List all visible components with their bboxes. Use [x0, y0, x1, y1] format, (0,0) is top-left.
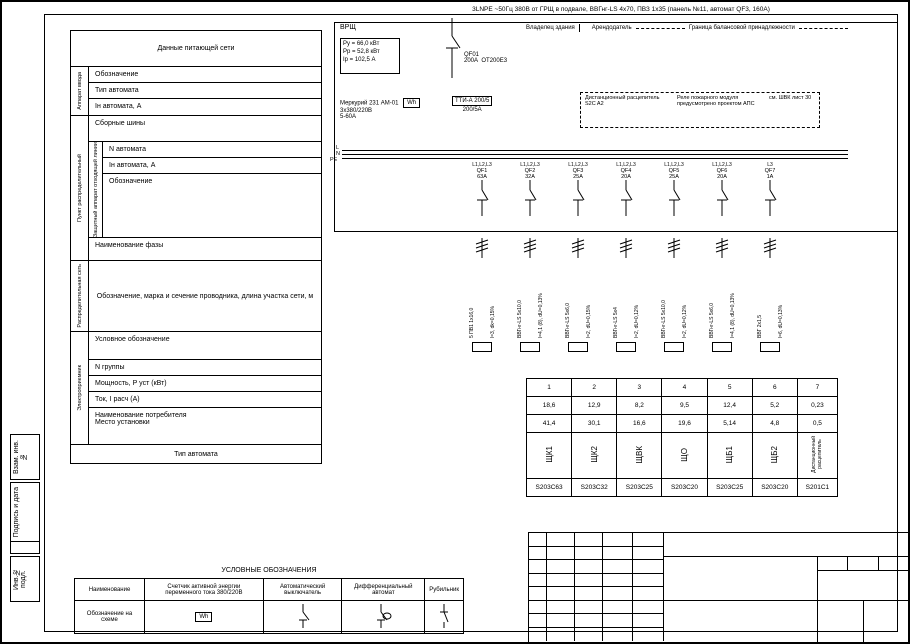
legend: УСЛОВНЫЕ ОБОЗНАЧЕНИЯ Наименование Счетчи…	[74, 567, 464, 634]
panel-label: ВРЩ	[340, 24, 356, 31]
cable-4: ВВГнг-LS 5x4l=2, dU=0,12%	[606, 238, 646, 352]
lb-header: Данные питающей сети	[71, 31, 321, 66]
bus-pe	[342, 158, 848, 159]
side-tab-3: Инв.№ подл.	[10, 556, 40, 602]
table-row-current: 41,430,116,619,65,144,80,5	[527, 415, 838, 433]
legend-rcbo-icon	[342, 601, 425, 634]
top-supply-note: 3LNPE ~50Гц 380В от ГРЩ в подвале, ВВГнг…	[340, 6, 902, 13]
side-tabs: Взам. инв.№ Подпись и дата Инв.№ подл.	[10, 2, 42, 642]
lb-group-3: Распределительная сеть Обозначение, марк…	[71, 261, 321, 332]
current-transformer: ТТИ-А 200/5 200/5А	[452, 96, 492, 113]
table-row-name: ЩК1 ЩК2 ЩВК ЩО ЩБ1 ЩБ2 Дистанционный рас…	[527, 433, 838, 479]
table-row-power: 18,612,98,29,512,45,20,23	[527, 397, 838, 415]
load-summary-table: 1234567 18,612,98,29,512,45,20,23 41,430…	[526, 378, 838, 497]
lb-footer: Тип автомата	[71, 445, 321, 463]
branch-1: L1,L2,L3QF163А	[462, 162, 502, 216]
cable-7: ВВГ 2x1,5l=6, dU=0,13%	[750, 238, 790, 352]
ownership-boundary: Владелец здания Арендодатель Граница бал…	[522, 24, 848, 32]
branch-6: L1,L2,L3QF620А	[702, 162, 742, 216]
title-block	[528, 532, 908, 642]
lb-group-1: Аппарат ввода Обозначение Тип автомата I…	[71, 67, 321, 116]
branch-5: L1,L2,L3QF525А	[654, 162, 694, 216]
side-tab-1: Взам. инв.№	[10, 434, 40, 480]
load-parameters: Ру = 66,0 кВт Рр = 52,8 кВт Iр = 102,5 А	[340, 38, 400, 74]
cable-5: ВВГнг-LS 5x10,0l=2, dU=0,12%	[654, 238, 694, 352]
side-tab-2: Подпись и дата	[10, 482, 40, 554]
legend-wh-icon: Wh	[145, 601, 264, 634]
cable-1: 5 ПВ1 1x16,0l=3, dk=0,15%	[462, 238, 502, 352]
legend-switch-icon	[425, 601, 464, 634]
remote-trip-box: Дистанционный расцепитель S2C A2 Реле по…	[580, 92, 820, 128]
table-row-breaker-type: S203С63S203С32S203С25S203С20S203С25S203С…	[527, 478, 838, 496]
lb-group-4: Электроприемник Условное обозначение N г…	[71, 332, 321, 445]
legend-table: Наименование Счетчик активной энергии пе…	[74, 578, 464, 634]
lb-group-2: Пункт распределительный Сборные шины Защ…	[71, 116, 321, 261]
side-tab-2-label: Подпись и дата	[11, 483, 22, 541]
table-row-num: 1234567	[527, 379, 838, 397]
branch-7: L3QF71А	[750, 162, 790, 216]
branch-4: L1,L2,L3QF420А	[606, 162, 646, 216]
drawing-sheet: Взам. инв.№ Подпись и дата Инв.№ подл. Д…	[0, 0, 910, 644]
cable-2: ВВГнг-LS 5x10,0l=4,1 (8), dU=0,13%	[510, 238, 550, 352]
bus-l	[342, 150, 848, 151]
wh-icon: Wh	[403, 98, 420, 108]
side-tab-3-label: Инв.№ подл.	[11, 557, 29, 601]
left-classification-block: Данные питающей сети Аппарат ввода Обозн…	[70, 30, 322, 464]
legend-breaker-icon	[263, 601, 342, 634]
legend-title: УСЛОВНЫЕ ОБОЗНАЧЕНИЯ	[74, 567, 464, 574]
side-tab-1-label: Взам. инв.№	[11, 435, 29, 479]
branch-3: L1,L2,L3QF325А	[558, 162, 598, 216]
branch-2: L1,L2,L3QF232А	[510, 162, 550, 216]
cable-6: ВВГнг-LS 5x6,0l=4,1 (8), dU=0,13%	[702, 238, 742, 352]
cable-3: ВВГнг-LS 5x6,0l=2, dU=0,15%	[558, 238, 598, 352]
bus-n	[342, 154, 848, 155]
